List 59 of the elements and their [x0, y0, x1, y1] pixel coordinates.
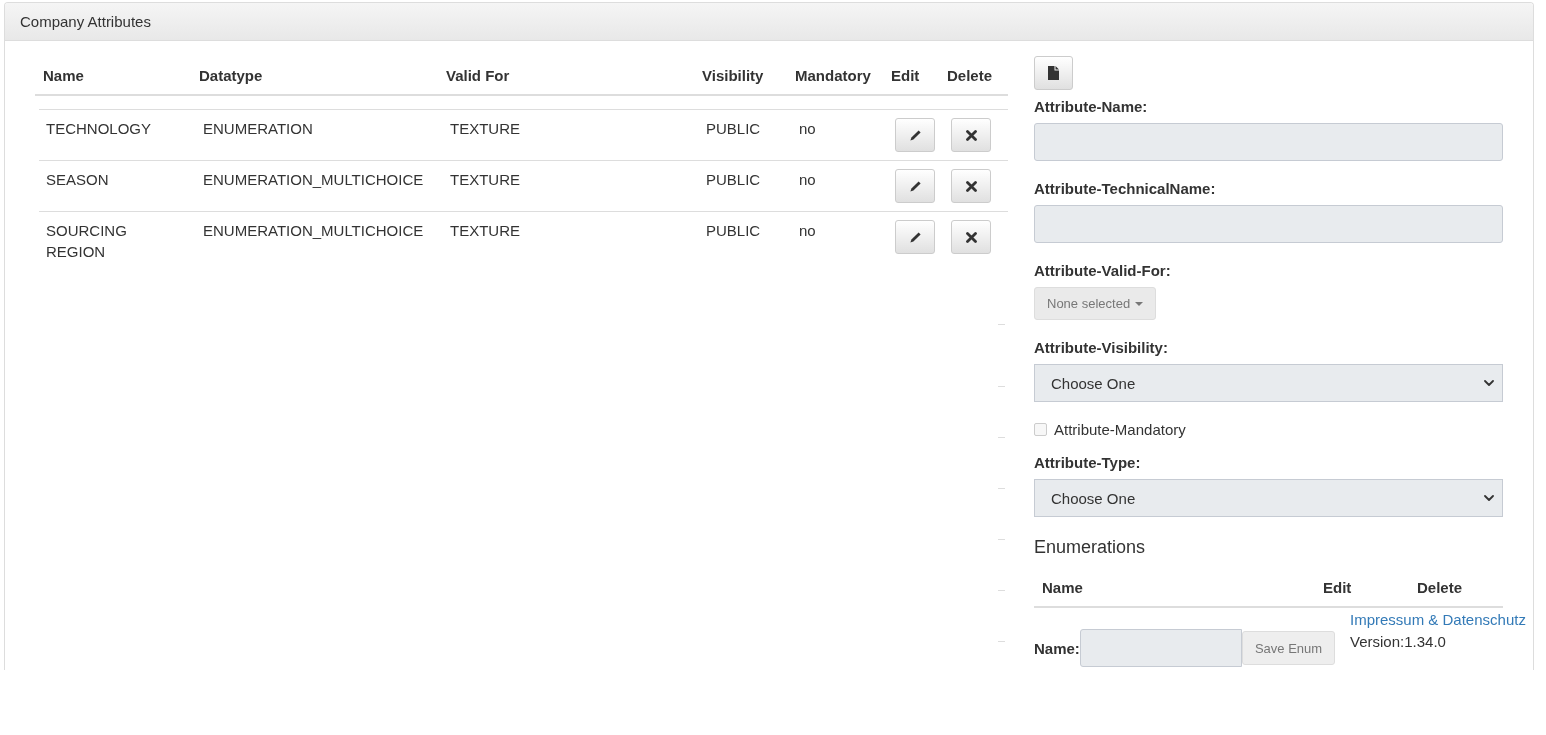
delete-button[interactable] [951, 118, 991, 152]
file-icon [1048, 66, 1059, 80]
close-icon [965, 231, 977, 243]
caret-icon [1135, 301, 1144, 306]
field-label: Attribute-Valid-For: [1034, 261, 1172, 281]
footer-link[interactable]: Impressum & Datenschutz [1350, 609, 1526, 630]
column-header: Delete [946, 66, 994, 86]
checkbox-label: Attribute-Mandatory [1054, 420, 1186, 440]
column-header: Edit [890, 66, 921, 86]
column-header: Valid For [445, 66, 511, 86]
pencil-icon [909, 129, 921, 141]
chevron-down-icon [1484, 495, 1494, 501]
delete-button[interactable] [951, 169, 991, 203]
version-text: Version:1.34.0 [1350, 632, 1446, 652]
field-label: Attribute-Name: [1034, 97, 1149, 117]
column-header: Name [1041, 578, 1084, 598]
field-label: Attribute-TechnicalName: [1034, 179, 1217, 199]
edit-button[interactable] [895, 169, 935, 203]
table-cell-text: TECHNOLOGY [45, 119, 152, 139]
table-cell-text: ENUMERATION [202, 119, 314, 139]
pencil-icon [909, 180, 921, 192]
column-header: Delete [1416, 578, 1464, 598]
pencil-icon [909, 231, 921, 243]
section-title: Enumerations [1034, 536, 1147, 559]
new-button[interactable] [1034, 56, 1073, 90]
table-cell-text: SOURCING REGION [45, 221, 128, 262]
column-header: Mandatory [794, 66, 872, 86]
table-cell-text: ENUMERATION_MULTICHOICE [202, 221, 425, 241]
table-cell-text: TEXTURE [449, 170, 521, 190]
column-header: Datatype [198, 66, 264, 86]
table-cell-text: PUBLIC [705, 170, 762, 190]
edit-button[interactable] [895, 220, 935, 254]
delete-button[interactable] [951, 220, 991, 254]
column-header: Visibility [701, 66, 765, 86]
close-icon [965, 129, 977, 141]
close-icon [965, 180, 977, 192]
column-header: Edit [1322, 578, 1353, 598]
text-input[interactable] [1080, 629, 1242, 667]
table-cell-text: PUBLIC [705, 221, 762, 241]
table-cell-text: no [798, 170, 817, 190]
table-cell-text: PUBLIC [705, 119, 762, 139]
field-label: Attribute-Visibility: [1034, 338, 1169, 358]
table-cell-text: no [798, 221, 817, 241]
table-cell-text: no [798, 119, 817, 139]
text-input[interactable] [1034, 123, 1503, 161]
table-cell-text: ENUMERATION_MULTICHOICE [202, 170, 425, 190]
field-label: Name: [1034, 638, 1080, 659]
table-cell-text: SEASON [45, 170, 110, 190]
select-field[interactable]: Choose One [1034, 479, 1503, 517]
field-label: Attribute-Type: [1034, 453, 1142, 473]
text-input[interactable] [1034, 205, 1503, 243]
table-cell-text: TEXTURE [449, 119, 521, 139]
select-field[interactable]: Choose One [1034, 364, 1503, 402]
edit-button[interactable] [895, 118, 935, 152]
column-header: Name [42, 66, 85, 86]
chevron-down-icon [1484, 380, 1494, 386]
table-cell-text: TEXTURE [449, 221, 521, 241]
checkbox[interactable] [1034, 423, 1047, 436]
panel-title: Company Attributes [20, 11, 151, 32]
